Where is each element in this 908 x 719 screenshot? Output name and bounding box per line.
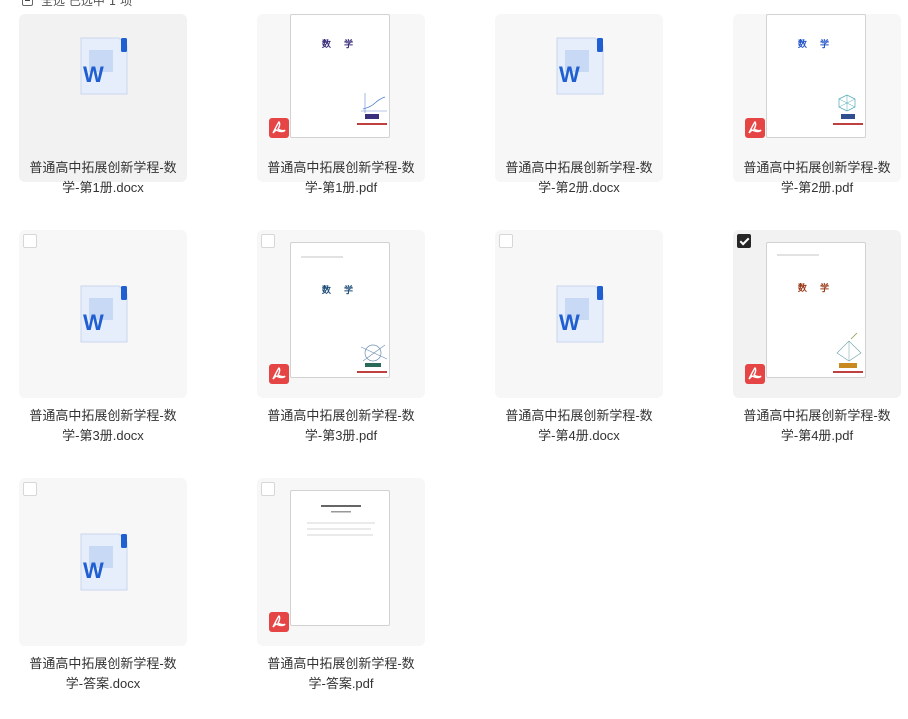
- word-icon: W: [77, 532, 129, 592]
- word-icon: W: [553, 284, 605, 344]
- file-card[interactable]: 数 学 普通高中拓展创新学程-数 学-第1册.pdf: [257, 14, 425, 195]
- cover-polyhedron-illustration: [833, 94, 863, 125]
- file-thumbnail[interactable]: 数 学: [733, 14, 901, 182]
- file-checkbox[interactable]: [261, 482, 275, 496]
- file-card[interactable]: 数 学 普通高中拓展创新学程-数 学-第3册.pdf: [257, 230, 425, 443]
- file-name[interactable]: 普通高中拓展创新学程-数 学-第1册.pdf: [253, 158, 429, 198]
- file-name[interactable]: 普通高中拓展创新学程-数 学-第3册.pdf: [253, 406, 429, 446]
- svg-text:W: W: [559, 310, 580, 335]
- file-card[interactable]: W 普通高中拓展创新学程-数 学-第1册.docx: [19, 14, 187, 195]
- file-card[interactable]: W 普通高中拓展创新学程-数 学-第2册.docx: [495, 14, 663, 195]
- file-name[interactable]: 普通高中拓展创新学程-数 学-答案.pdf: [253, 654, 429, 694]
- cover-graph-illustration: [357, 93, 387, 125]
- file-card[interactable]: W 普通高中拓展创新学程-数 学-第4册.docx: [495, 230, 663, 443]
- acrobat-pdf-icon: [269, 118, 289, 138]
- word-icon: W: [553, 36, 605, 96]
- file-name[interactable]: 普通高中拓展创新学程-数 学-第4册.docx: [491, 406, 667, 446]
- file-card[interactable]: 数 学 普通高中拓展创新学程-数 学-第2册.pdf: [733, 14, 901, 195]
- file-thumbnail[interactable]: W: [495, 230, 663, 398]
- acrobat-pdf-icon: [269, 364, 289, 384]
- acrobat-pdf-icon: [269, 612, 289, 632]
- file-card[interactable]: 数 学 普通高中拓展创新学程-数 学-第4册.pdf: [733, 230, 901, 443]
- file-name[interactable]: 普通高中拓展创新学程-数 学-第4册.pdf: [729, 406, 905, 446]
- cover-geometry-illustration: [301, 256, 388, 373]
- file-name[interactable]: 普通高中拓展创新学程-数 学-第1册.docx: [15, 158, 191, 198]
- file-thumbnail[interactable]: W: [19, 14, 187, 182]
- answer-page-lines: [307, 505, 375, 536]
- file-checkbox-checked[interactable]: [737, 234, 751, 248]
- cover-plant-illustration: [777, 254, 863, 373]
- word-icon: W: [77, 36, 129, 96]
- file-name[interactable]: 普通高中拓展创新学程-数 学-答案.docx: [15, 654, 191, 694]
- file-card[interactable]: 普通高中拓展创新学程-数 学-答案.pdf: [257, 478, 425, 691]
- file-thumbnail[interactable]: [257, 478, 425, 646]
- acrobat-pdf-icon: [745, 364, 765, 384]
- pdf-cover-preview: 数 学: [290, 14, 390, 138]
- file-name[interactable]: 普通高中拓展创新学程-数 学-第3册.docx: [15, 406, 191, 446]
- file-checkbox[interactable]: [23, 234, 37, 248]
- svg-text:W: W: [83, 310, 104, 335]
- file-thumbnail[interactable]: 数 学: [733, 230, 901, 398]
- pdf-answer-preview: [290, 490, 390, 626]
- select-all-checkbox[interactable]: [22, 0, 33, 6]
- file-thumbnail[interactable]: W: [19, 230, 187, 398]
- file-checkbox[interactable]: [499, 234, 513, 248]
- svg-text:W: W: [83, 62, 104, 87]
- word-icon: W: [77, 284, 129, 344]
- pdf-cover-preview: 数 学: [766, 14, 866, 138]
- pdf-cover-preview: 数 学: [766, 242, 866, 378]
- file-thumbnail[interactable]: W: [495, 14, 663, 182]
- file-thumbnail[interactable]: 数 学: [257, 14, 425, 182]
- file-name[interactable]: 普通高中拓展创新学程-数 学-第2册.docx: [491, 158, 667, 198]
- file-checkbox[interactable]: [23, 482, 37, 496]
- file-thumbnail[interactable]: 数 学: [257, 230, 425, 398]
- acrobat-pdf-icon: [745, 118, 765, 138]
- svg-text:W: W: [559, 62, 580, 87]
- select-all-label: 全选 已选中 1 项: [41, 0, 133, 8]
- file-checkbox[interactable]: [261, 234, 275, 248]
- file-card[interactable]: W 普通高中拓展创新学程-数 学-答案.docx: [19, 478, 187, 691]
- file-name[interactable]: 普通高中拓展创新学程-数 学-第2册.pdf: [729, 158, 905, 198]
- file-thumbnail[interactable]: W: [19, 478, 187, 646]
- file-grid-view: 全选 已选中 1 项 W 普通高中拓展创新学程-数 学-第1册.docx 数 学: [0, 0, 908, 719]
- pdf-cover-preview: 数 学: [290, 242, 390, 378]
- file-card[interactable]: W 普通高中拓展创新学程-数 学-第3册.docx: [19, 230, 187, 443]
- selection-toolbar: 全选 已选中 1 项: [22, 0, 132, 8]
- svg-text:W: W: [83, 558, 104, 583]
